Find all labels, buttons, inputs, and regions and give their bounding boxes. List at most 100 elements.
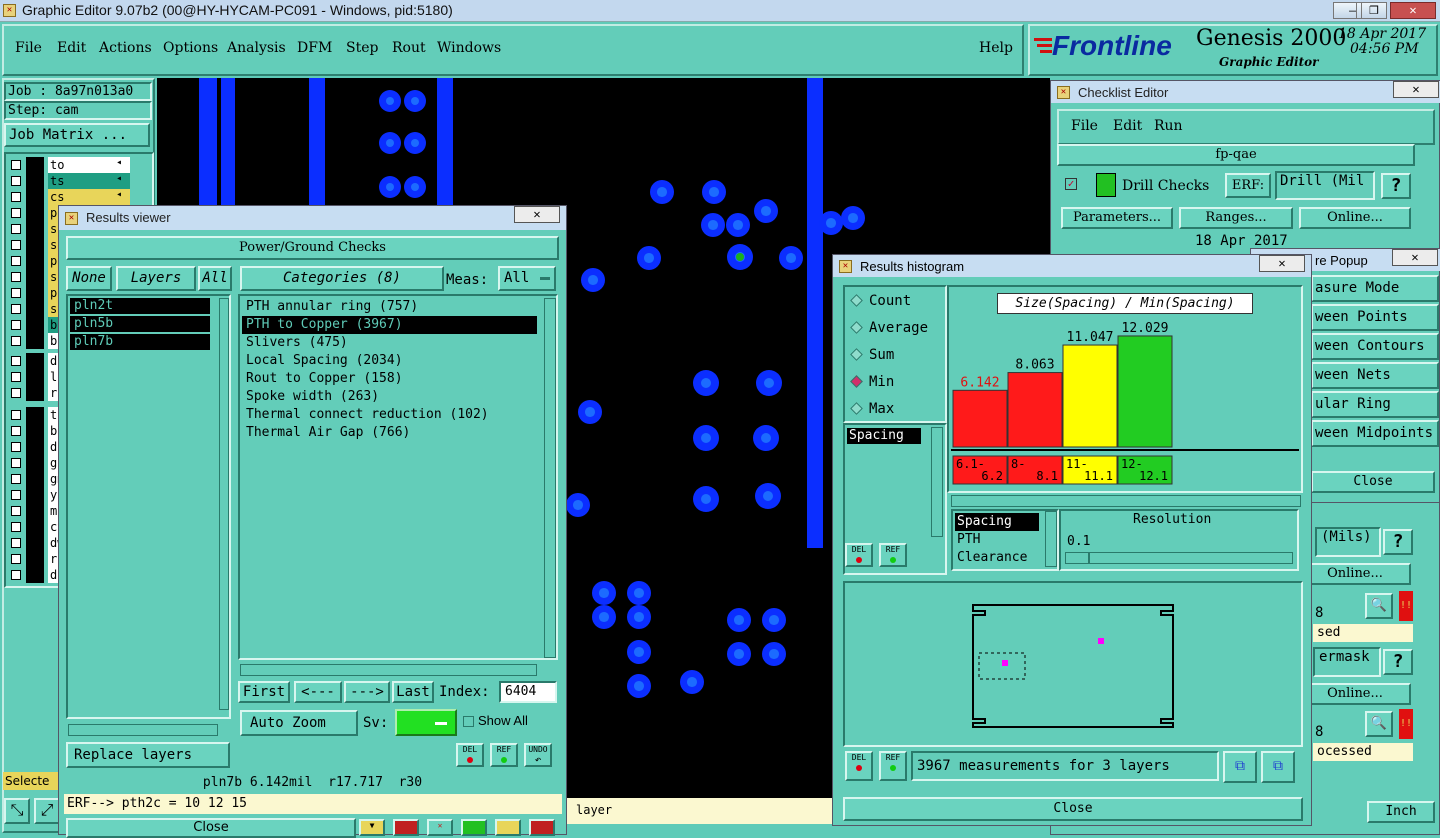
histogram-export-icon-2[interactable]: ⧉: [1261, 751, 1295, 783]
layer-checkbox[interactable]: [11, 176, 21, 186]
toolbar-icon-e[interactable]: [495, 819, 521, 836]
help-button-2[interactable]: ?: [1383, 529, 1413, 555]
layer-list-hscroll[interactable]: [68, 724, 218, 736]
tool-icon-2[interactable]: ⤢: [34, 798, 60, 824]
histogram-bar[interactable]: [1117, 335, 1173, 448]
histogram-bar[interactable]: [1062, 344, 1118, 448]
categories-vscroll[interactable]: [544, 298, 556, 658]
hist-del-button-2[interactable]: DEL: [845, 751, 873, 781]
checklist-close-icon[interactable]: ✕: [1393, 81, 1439, 98]
layer-row[interactable]: to ◂: [8, 157, 130, 173]
results-layer-item[interactable]: pln2t: [70, 298, 210, 314]
measure-mode-item[interactable]: ween Contours: [1311, 333, 1439, 360]
toolbar-icon-d[interactable]: [461, 819, 487, 836]
category-item[interactable]: Thermal connect reduction (102): [242, 406, 537, 424]
layer-checkbox[interactable]: [11, 442, 21, 452]
results-layer-list[interactable]: [66, 294, 231, 719]
prev-button[interactable]: <---: [294, 681, 342, 703]
measure-spacing[interactable]: Spacing: [847, 428, 921, 444]
layer-list-scrollbar[interactable]: [219, 298, 229, 710]
histogram-hscroll[interactable]: [951, 495, 1301, 507]
layer-checkbox[interactable]: [11, 372, 21, 382]
drill-check-checkbox[interactable]: ✓: [1065, 178, 1077, 190]
online-button[interactable]: Online...: [1299, 207, 1411, 229]
ref-button[interactable]: REF: [490, 743, 518, 767]
online-button-2[interactable]: Online...: [1299, 563, 1411, 585]
measure-mode-item[interactable]: ular Ring: [1311, 391, 1439, 418]
category-item[interactable]: Rout to Copper (158): [242, 370, 537, 388]
measure-mode-item[interactable]: ween Points: [1311, 304, 1439, 331]
menu-analysis[interactable]: Analysis: [227, 40, 286, 56]
layer-checkbox[interactable]: [11, 522, 21, 532]
parameters-button[interactable]: Parameters...: [1061, 207, 1173, 229]
layer-checkbox[interactable]: [11, 388, 21, 398]
meas-dropdown[interactable]: All: [498, 266, 556, 291]
del-button[interactable]: DEL: [456, 743, 484, 767]
layer-checkbox[interactable]: [11, 538, 21, 548]
menu-options[interactable]: Options: [163, 40, 218, 56]
ranges-button[interactable]: Ranges...: [1179, 207, 1293, 229]
hist-ref-button[interactable]: REF: [879, 543, 907, 567]
replace-layers-dropdown[interactable]: Replace layers: [66, 742, 230, 768]
layer-checkbox[interactable]: [11, 256, 21, 266]
zoom-icon-1[interactable]: 🔍: [1365, 593, 1393, 619]
menu-actions[interactable]: Actions: [99, 40, 152, 56]
mode-radio-max[interactable]: Max: [849, 399, 943, 419]
auto-zoom-dropdown[interactable]: Auto Zoom: [240, 710, 358, 736]
toolbar-icon-c[interactable]: ✕: [427, 819, 453, 836]
sv-color-dropdown[interactable]: [395, 709, 457, 736]
next-button[interactable]: --->: [344, 681, 390, 703]
layer-checkbox[interactable]: [11, 224, 21, 234]
categories-hscroll[interactable]: [240, 664, 537, 676]
all-layers-button[interactable]: All: [198, 266, 232, 291]
histogram-close-button[interactable]: Close: [843, 797, 1303, 821]
mode-radio-average[interactable]: Average: [849, 318, 943, 338]
histogram-close-icon[interactable]: ✕: [1259, 255, 1305, 272]
checklist-menu-file[interactable]: File: [1071, 118, 1098, 134]
layer-checkbox[interactable]: [11, 426, 21, 436]
layer-checkbox[interactable]: [11, 554, 21, 564]
layer-checkbox[interactable]: [11, 336, 21, 346]
layer-checkbox[interactable]: [11, 272, 21, 282]
none-button[interactable]: None: [66, 266, 112, 291]
menu-step[interactable]: Step: [346, 40, 378, 56]
toolbar-icon-b[interactable]: [393, 819, 419, 836]
layer-checkbox[interactable]: [11, 160, 21, 170]
measure-mode-item[interactable]: ween Nets: [1311, 362, 1439, 389]
mils-field[interactable]: (Mils): [1315, 527, 1381, 557]
first-button[interactable]: First: [238, 681, 290, 703]
category-item[interactable]: PTH annular ring (757): [242, 298, 537, 316]
category-item[interactable]: Spoke width (263): [242, 388, 537, 406]
help-button-1[interactable]: ?: [1381, 173, 1411, 199]
menu-edit[interactable]: Edit: [57, 40, 86, 56]
erf-value-field[interactable]: Drill (Mil: [1275, 171, 1375, 200]
results-layer-item[interactable]: pln5b: [70, 316, 210, 332]
measure-popup-close-icon[interactable]: ✕: [1392, 249, 1438, 266]
histogram-bar[interactable]: [1007, 372, 1063, 448]
menu-rout[interactable]: Rout: [392, 40, 426, 56]
type-item[interactable]: PTH: [955, 531, 980, 549]
menu-file[interactable]: File: [15, 40, 42, 56]
resolution-slider[interactable]: [1065, 552, 1293, 564]
layer-checkbox[interactable]: [11, 458, 21, 468]
layer-checkbox[interactable]: [11, 410, 21, 420]
menu-help[interactable]: Help: [979, 40, 1013, 56]
measure-mode-item[interactable]: ween Midpoints: [1311, 420, 1439, 447]
zoom-icon-2[interactable]: 🔍: [1365, 711, 1393, 737]
category-item[interactable]: PTH to Copper (3967): [242, 316, 537, 334]
undo-button[interactable]: UNDO ↶: [524, 743, 552, 767]
layer-row[interactable]: cs ◂: [8, 189, 130, 205]
measures-scroll[interactable]: [931, 427, 943, 537]
unit-dropdown[interactable]: Inch: [1367, 801, 1435, 823]
mode-radio-min[interactable]: Min: [849, 372, 943, 392]
mode-radio-count[interactable]: Count: [849, 291, 943, 311]
restore-button[interactable]: ❐: [1361, 2, 1387, 19]
type-scroll[interactable]: [1045, 511, 1057, 567]
hist-ref-button-2[interactable]: REF: [879, 751, 907, 781]
last-button[interactable]: Last: [392, 681, 434, 703]
layer-checkbox[interactable]: [11, 304, 21, 314]
categories-button[interactable]: Categories (8): [240, 266, 444, 291]
layer-checkbox[interactable]: [11, 506, 21, 516]
results-layer-item[interactable]: pln7b: [70, 334, 210, 350]
job-matrix-button[interactable]: Job Matrix ...: [4, 123, 150, 147]
